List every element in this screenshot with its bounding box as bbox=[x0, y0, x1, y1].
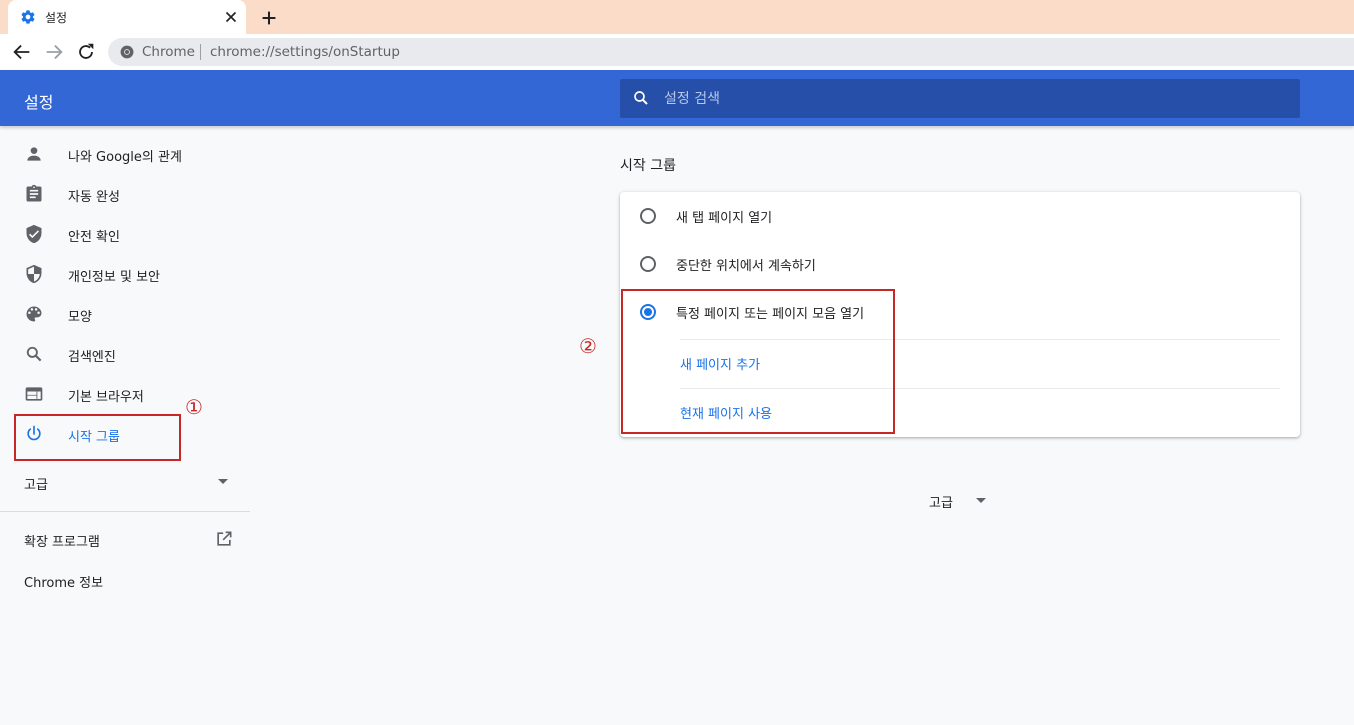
highlight-box-1 bbox=[14, 414, 181, 461]
sidebar-item-appearance[interactable]: 모양 bbox=[0, 294, 250, 334]
sidebar-item-label: 자동 완성 bbox=[68, 190, 120, 205]
sidebar-divider bbox=[0, 511, 250, 512]
sidebar-item-label: 확장 프로그램 bbox=[24, 535, 100, 550]
annotation-marker-2: ② bbox=[579, 334, 597, 358]
advanced-toggle[interactable]: 고급 bbox=[920, 480, 1000, 520]
sidebar-item-you-and-google[interactable]: 나와 Google의 관계 bbox=[0, 134, 250, 174]
sidebar-item-privacy-security[interactable]: 개인정보 및 보안 bbox=[0, 254, 250, 294]
tab-title: 설정 bbox=[45, 11, 68, 25]
address-bar[interactable]: Chrome chrome://settings/onStartup bbox=[108, 38, 1354, 66]
shield-half-icon bbox=[26, 264, 42, 284]
palette-icon bbox=[26, 306, 42, 322]
forward-arrow-icon[interactable] bbox=[43, 41, 65, 63]
browser-toolbar: Chrome chrome://settings/onStartup bbox=[0, 34, 1354, 70]
sidebar-advanced-toggle[interactable]: 고급 bbox=[0, 462, 250, 502]
gear-icon bbox=[21, 10, 35, 24]
settings-search-box[interactable] bbox=[620, 79, 1300, 118]
reload-icon[interactable] bbox=[75, 41, 97, 63]
chrome-logo-icon bbox=[120, 45, 134, 59]
sidebar-item-label: 모양 bbox=[68, 310, 92, 325]
tab-strip: 설정 bbox=[0, 0, 1354, 34]
radio-option-continue[interactable]: 중단한 위치에서 계속하기 bbox=[620, 240, 1300, 288]
dropdown-arrow-icon bbox=[976, 498, 986, 503]
back-arrow-icon[interactable] bbox=[11, 41, 33, 63]
url-text[interactable]: chrome://settings/onStartup bbox=[210, 44, 400, 60]
clipboard-icon bbox=[26, 184, 42, 202]
sidebar-item-autofill[interactable]: 자동 완성 bbox=[0, 174, 250, 214]
settings-header: 설정 bbox=[0, 70, 1354, 126]
shield-check-icon bbox=[26, 224, 42, 244]
sidebar-item-extensions[interactable]: 확장 프로그램 bbox=[0, 520, 250, 558]
radio-button[interactable] bbox=[640, 256, 656, 272]
advanced-label: 고급 bbox=[929, 496, 953, 511]
sidebar-item-label: 검색엔진 bbox=[68, 350, 116, 365]
sidebar-item-about-chrome[interactable]: Chrome 정보 bbox=[0, 562, 250, 598]
close-icon[interactable] bbox=[222, 8, 240, 26]
open-in-new-icon bbox=[217, 531, 232, 546]
page-title: 설정 bbox=[24, 93, 54, 112]
annotation-marker-1: ① bbox=[185, 395, 203, 419]
dropdown-arrow-icon bbox=[218, 479, 228, 484]
radio-label: 중단한 위치에서 계속하기 bbox=[676, 259, 816, 274]
sidebar-item-label: 기본 브라우저 bbox=[68, 390, 144, 405]
search-icon bbox=[634, 91, 648, 105]
sidebar-item-label: Chrome 정보 bbox=[24, 576, 104, 591]
sidebar-advanced-label: 고급 bbox=[24, 478, 48, 493]
site-chip: Chrome bbox=[142, 44, 195, 60]
radio-button[interactable] bbox=[640, 208, 656, 224]
search-input[interactable] bbox=[664, 79, 1284, 118]
browser-window-icon bbox=[25, 387, 43, 401]
sidebar-item-search-engine[interactable]: 검색엔진 bbox=[0, 334, 250, 374]
plus-icon[interactable] bbox=[258, 7, 280, 29]
sidebar-item-label: 안전 확인 bbox=[68, 230, 120, 245]
sidebar-item-label: 나와 Google의 관계 bbox=[68, 150, 182, 165]
radio-label: 새 탭 페이지 열기 bbox=[676, 211, 773, 226]
chip-separator bbox=[200, 44, 201, 60]
sidebar-item-default-browser[interactable]: 기본 브라우저 bbox=[0, 374, 250, 414]
sidebar-item-label: 개인정보 및 보안 bbox=[68, 270, 160, 285]
radio-option-new-tab[interactable]: 새 탭 페이지 열기 bbox=[620, 192, 1300, 240]
highlight-box-2 bbox=[621, 289, 895, 434]
tab-settings[interactable]: 설정 bbox=[8, 0, 246, 34]
person-icon bbox=[27, 147, 41, 161]
search-icon bbox=[26, 346, 42, 362]
sidebar-item-safety-check[interactable]: 안전 확인 bbox=[0, 214, 250, 254]
section-title: 시작 그룹 bbox=[620, 158, 676, 174]
